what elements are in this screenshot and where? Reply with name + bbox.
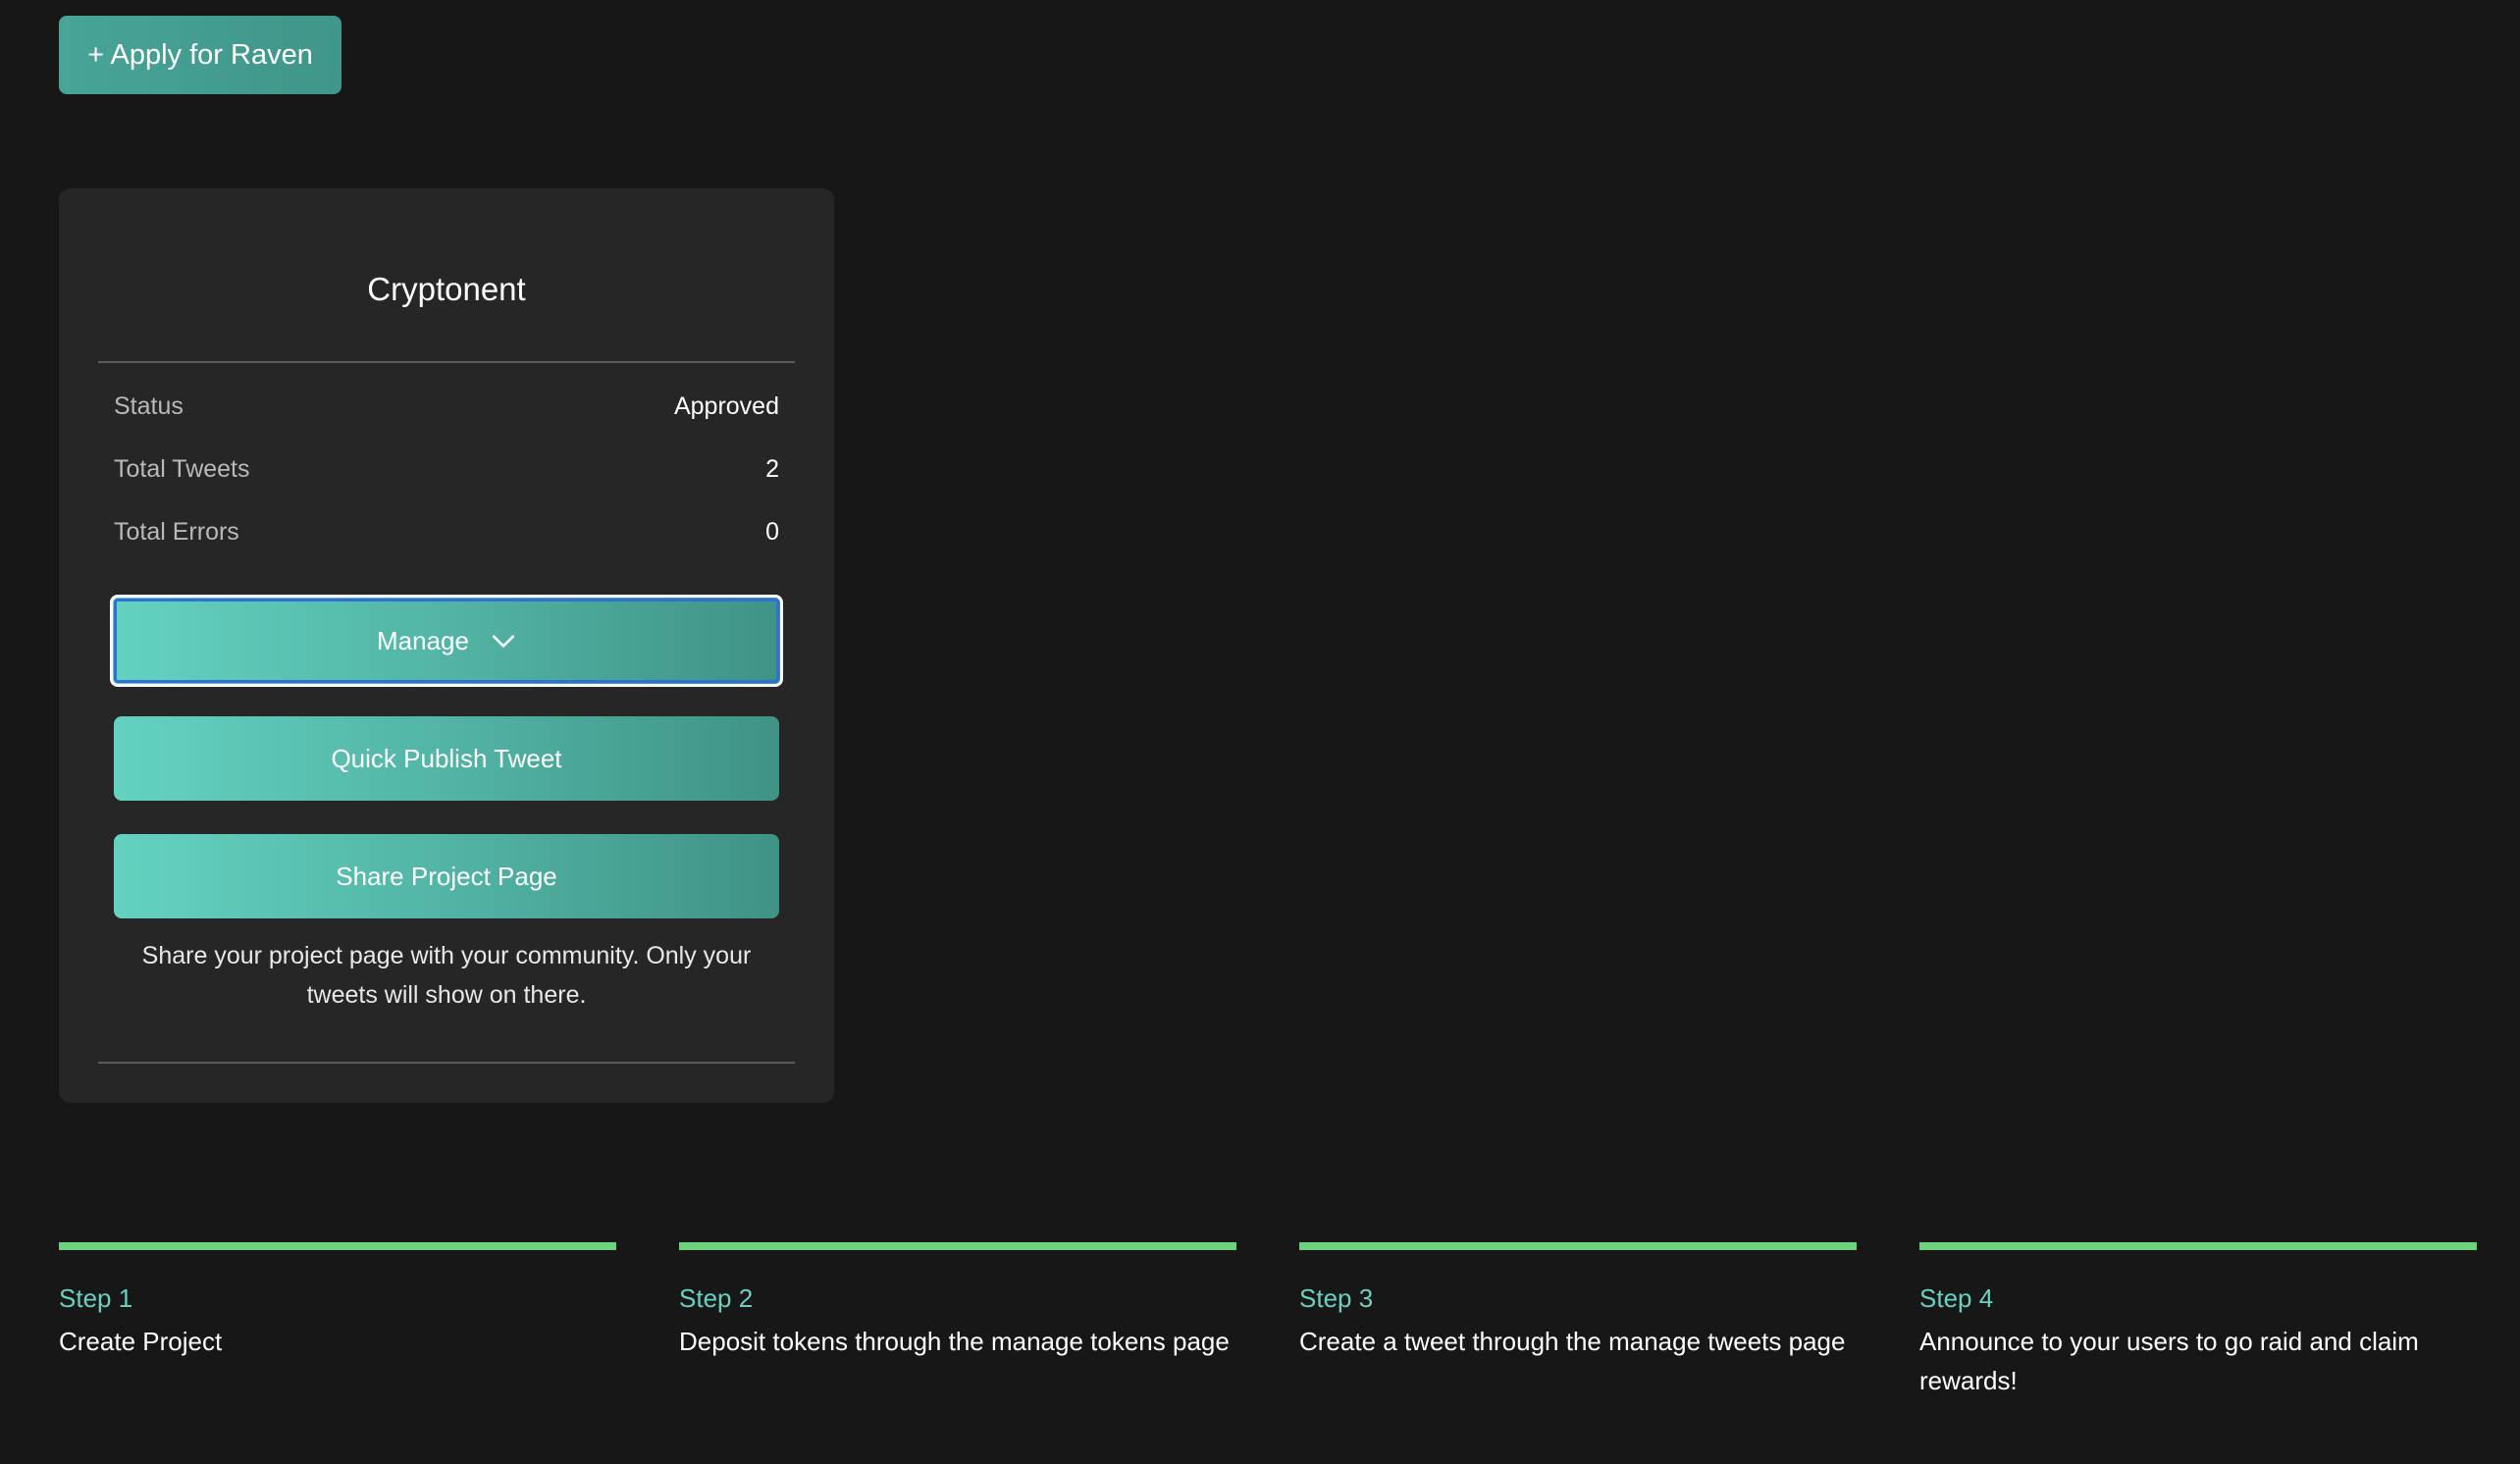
- share-project-page-button[interactable]: Share Project Page: [114, 834, 779, 918]
- step-progress-bar: [59, 1242, 616, 1250]
- manage-dropdown-button[interactable]: Manage: [110, 595, 783, 687]
- step-1: Step 1 Create Project: [59, 1242, 616, 1361]
- page: + Apply for Raven Cryptonent Status Appr…: [0, 0, 2520, 1464]
- chevron-down-icon: [492, 635, 515, 648]
- step-label: Step 2: [679, 1283, 754, 1313]
- stat-value: Approved: [673, 392, 779, 420]
- apply-for-raven-button[interactable]: + Apply for Raven: [59, 16, 341, 94]
- step-text: Deposit tokens through the manage tokens…: [679, 1327, 1230, 1356]
- stat-row-total-errors: Total Errors 0: [114, 512, 779, 551]
- step-text: Announce to your users to go raid and cl…: [1919, 1327, 2419, 1395]
- step-progress-bar: [679, 1242, 1236, 1250]
- stat-label: Total Tweets: [114, 454, 250, 483]
- share-description: Share your project page with your commun…: [141, 942, 752, 1009]
- step-text: Create Project: [59, 1327, 223, 1356]
- stat-row-status: Status Approved: [114, 387, 779, 426]
- project-card: Cryptonent Status Approved Total Tweets …: [59, 188, 834, 1103]
- step-label: Step 4: [1919, 1283, 1994, 1313]
- stat-label: Status: [114, 392, 184, 420]
- stat-value: 0: [765, 517, 779, 546]
- manage-label: Manage: [377, 625, 469, 655]
- step-label: Step 3: [1299, 1283, 1374, 1313]
- step-progress-bar: [1299, 1242, 1857, 1250]
- card-top-divider: [98, 361, 795, 363]
- step-2: Step 2 Deposit tokens through the manage…: [679, 1242, 1236, 1361]
- project-title: Cryptonent: [367, 271, 526, 307]
- step-progress-bar: [1919, 1242, 2477, 1250]
- quick-publish-tweet-button[interactable]: Quick Publish Tweet: [114, 716, 779, 801]
- step-4: Step 4 Announce to your users to go raid…: [1919, 1242, 2477, 1400]
- step-label: Step 1: [59, 1283, 133, 1313]
- stat-row-total-tweets: Total Tweets 2: [114, 449, 779, 489]
- stat-label: Total Errors: [114, 517, 239, 546]
- step-text: Create a tweet through the manage tweets…: [1299, 1327, 1846, 1356]
- card-bottom-divider: [98, 1062, 795, 1064]
- stat-value: 2: [765, 454, 779, 483]
- step-3: Step 3 Create a tweet through the manage…: [1299, 1242, 1857, 1361]
